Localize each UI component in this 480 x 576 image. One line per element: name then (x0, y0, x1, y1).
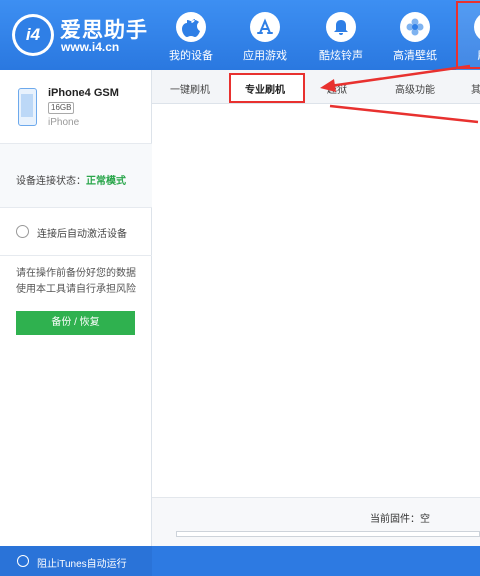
tab-bar: 一键刷机 越狱 高级功能 其 (152, 70, 480, 104)
device-info[interactable]: iPhone4 GSM 16GB iPhone (0, 70, 152, 144)
nav-label: 高清壁纸 (393, 50, 437, 62)
highlight-box-flash (456, 1, 480, 69)
logo-text: i4 (15, 17, 51, 53)
nav-label: 应用游戏 (243, 50, 287, 62)
status-text: 设备连接状态：正常模式 (16, 172, 126, 187)
phone-icon (18, 88, 37, 126)
status-bar: 阻止iTunes自动运行 (0, 546, 480, 576)
nav-apps[interactable]: 应用游戏 (226, 0, 304, 70)
top-bar: i4 爱思助手 www.i4.cn 我的设备 应用游戏 酷炫铃声 高清壁纸 (0, 0, 480, 70)
nav-label: 酷炫铃声 (319, 50, 363, 62)
bell-icon (326, 12, 356, 42)
device-name: iPhone4 GSM (48, 87, 119, 99)
apple-icon (176, 12, 206, 42)
auto-activate-label: 连接后自动激活设备 (37, 229, 127, 240)
nav-my-device[interactable]: 我的设备 (152, 0, 230, 70)
firmware-panel: 当前固件：空 (152, 497, 480, 546)
itunes-label: 阻止iTunes自动运行 (37, 559, 127, 570)
status-label: 设备连接状态： (16, 176, 86, 187)
tab-pro-flash[interactable]: 专业刷机 (229, 73, 305, 103)
brand-url: www.i4.cn (61, 40, 120, 54)
connection-status: 设备连接状态：正常模式 (0, 144, 152, 208)
capacity-badge: 16GB (48, 102, 75, 114)
current-firmware: 当前固件：空 (370, 514, 430, 525)
sidebar: iPhone4 GSM 16GB iPhone 设备连接状态：正常模式 连接后自… (0, 70, 152, 546)
status-value: 正常模式 (86, 176, 126, 187)
tab-jailbreak[interactable]: 越狱 (327, 81, 347, 96)
nav-label: 我的设备 (169, 50, 213, 62)
tab-other[interactable]: 其 (471, 81, 480, 96)
app-window: i4 爱思助手 www.i4.cn 我的设备 应用游戏 酷炫铃声 高清壁纸 iP… (0, 0, 480, 576)
tab-one-click-flash[interactable]: 一键刷机 (170, 81, 210, 96)
auto-activate-option[interactable]: 连接后自动激活设备 (0, 208, 152, 256)
nav-wallpapers[interactable]: 高清壁纸 (376, 0, 454, 70)
app-store-icon (250, 12, 280, 42)
device-type: iPhone (48, 117, 80, 128)
nav-ringtones[interactable]: 酷炫铃声 (302, 0, 380, 70)
backup-notice: 请在操作前备份好您的数据使用本工具请自行承担风险 (16, 268, 136, 295)
itunes-option[interactable]: 阻止iTunes自动运行 (0, 546, 152, 576)
backup-restore-button[interactable]: 备份 / 恢复 (16, 311, 135, 335)
logo: i4 (12, 14, 54, 56)
tab-advanced[interactable]: 高级功能 (395, 81, 435, 96)
progress-bar (176, 531, 480, 537)
tab-pro-flash-label: 专业刷机 (245, 85, 285, 96)
main-content (152, 104, 480, 546)
itunes-radio[interactable] (17, 555, 29, 567)
flower-icon (400, 12, 430, 42)
auto-activate-radio[interactable] (16, 225, 29, 238)
